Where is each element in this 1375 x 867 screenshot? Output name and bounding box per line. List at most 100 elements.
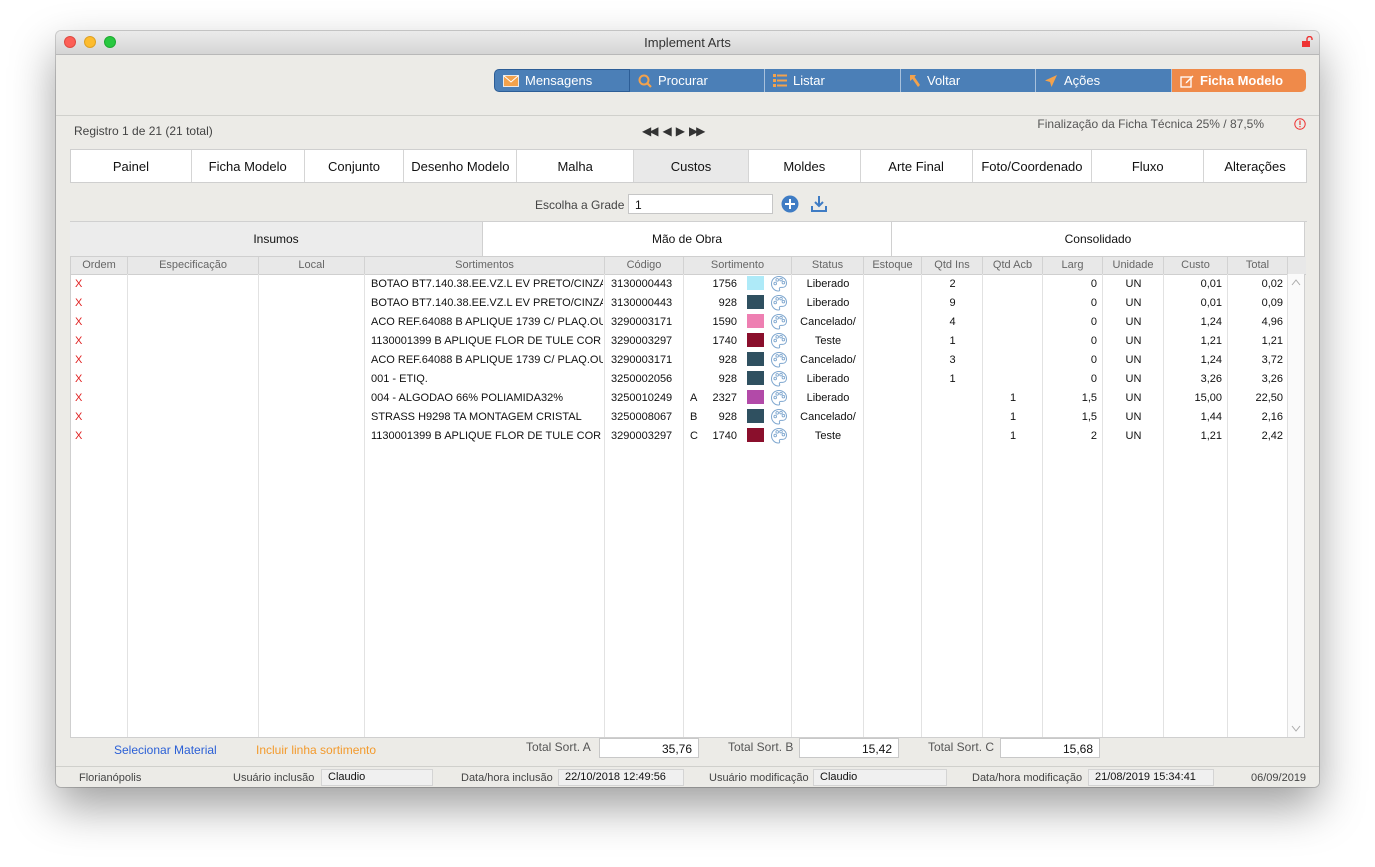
total-sort-c-field[interactable]: 15,68: [1000, 738, 1100, 758]
col-unidade[interactable]: Unidade: [1103, 257, 1164, 274]
tab-painel[interactable]: Painel: [71, 150, 192, 182]
header-separator: [56, 115, 1319, 116]
palette-icon[interactable]: [770, 332, 788, 350]
tab-malha[interactable]: Malha: [517, 150, 635, 182]
delete-row-button[interactable]: X: [75, 332, 95, 351]
col-larg[interactable]: Larg: [1043, 257, 1103, 274]
table-scrollbar[interactable]: [1287, 274, 1304, 737]
download-icon[interactable]: [810, 195, 828, 213]
scroll-down-icon[interactable]: [1291, 725, 1301, 733]
first-record-button[interactable]: ◀◀: [642, 124, 659, 138]
table-row[interactable]: X BOTAO BT7.140.38.EE.VZ.L EV PRETO/CINZA…: [71, 294, 1287, 313]
ficha-modelo-button[interactable]: Ficha Modelo: [1172, 69, 1306, 92]
status-bar: Florianópolis Usuário inclusão Claudio D…: [56, 766, 1319, 787]
tab-foto-coordenado[interactable]: Foto/Coordenado: [973, 150, 1093, 182]
voltar-button[interactable]: Voltar: [901, 69, 1036, 92]
col-ordem[interactable]: Ordem: [71, 257, 128, 274]
total-sort-a-field[interactable]: 35,76: [599, 738, 699, 758]
tab-custos[interactable]: Custos: [634, 150, 749, 182]
acoes-button[interactable]: Ações: [1036, 69, 1172, 92]
table-row[interactable]: X 1130001399 B APLIQUE FLOR DE TULE COR 8…: [71, 427, 1287, 446]
cell-codigo: 3290003297: [611, 335, 673, 347]
subtab-insumos[interactable]: Insumos: [70, 222, 483, 256]
delete-row-button[interactable]: X: [75, 408, 95, 427]
table-row[interactable]: X BOTAO BT7.140.38.EE.VZ.L EV PRETO/CINZA…: [71, 275, 1287, 294]
listar-button[interactable]: Listar: [765, 69, 901, 92]
tab-arte-final[interactable]: Arte Final: [861, 150, 973, 182]
next-record-button[interactable]: ▶: [676, 124, 685, 138]
scroll-up-icon[interactable]: [1291, 278, 1301, 286]
tab-ficha-modelo[interactable]: Ficha Modelo: [192, 150, 305, 182]
col-estoque[interactable]: Estoque: [864, 257, 922, 274]
delete-row-button[interactable]: X: [75, 313, 95, 332]
date-modification-label: Data/hora modificação: [972, 772, 1083, 784]
col-codigo[interactable]: Código: [605, 257, 684, 274]
tab-fluxo[interactable]: Fluxo: [1092, 150, 1205, 182]
palette-icon[interactable]: [770, 275, 788, 293]
tab-conjunto[interactable]: Conjunto: [305, 150, 405, 182]
cell-qtd-ins: [922, 389, 983, 408]
palette-icon[interactable]: [770, 427, 788, 445]
subtab-mao-de-obra[interactable]: Mão de Obra: [483, 222, 892, 256]
table-row[interactable]: X 001 - ETIQ. 3250002056 928 Liberado 1 0 UN 3,2…: [71, 370, 1287, 389]
cell-sortimento: 928: [718, 297, 737, 309]
procurar-label: Procurar: [658, 73, 708, 88]
tab-alteracoes[interactable]: Alterações: [1204, 150, 1306, 182]
info-icon[interactable]: [1294, 118, 1306, 130]
table-row[interactable]: X ACO REF.64088 B APLIQUE 1739 C/ PLAQ.O…: [71, 313, 1287, 332]
current-date: 06/09/2019: [1251, 772, 1307, 784]
table-row[interactable]: X 004 - ALGODAO 66% POLIAMIDA32% 325001024…: [71, 389, 1287, 408]
delete-row-button[interactable]: X: [75, 370, 95, 389]
col-total[interactable]: Total: [1228, 257, 1288, 274]
cell-sortimento: 1740: [712, 430, 737, 442]
delete-row-button[interactable]: X: [75, 427, 95, 446]
previous-record-button[interactable]: ◀: [662, 124, 671, 138]
table-row[interactable]: X 1130001399 B APLIQUE FLOR DE TULE COR 8…: [71, 332, 1287, 351]
lock-icon[interactable]: [1301, 36, 1313, 48]
tab-moldes[interactable]: Moldes: [749, 150, 861, 182]
col-sortimentos[interactable]: Sortimentos: [365, 257, 605, 274]
main-tabs: Painel Ficha Modelo Conjunto Desenho Mod…: [70, 149, 1307, 183]
mensagens-button[interactable]: Mensagens: [494, 69, 630, 92]
tab-desenho-modelo[interactable]: Desenho Modelo: [404, 150, 518, 182]
col-local[interactable]: Local: [259, 257, 365, 274]
cell-qtd-acb: [983, 313, 1043, 332]
delete-row-button[interactable]: X: [75, 294, 95, 313]
procurar-button[interactable]: Procurar: [630, 69, 765, 92]
col-qtd-acb[interactable]: Qtd Acb: [983, 257, 1043, 274]
delete-row-button[interactable]: X: [75, 389, 95, 408]
cell-total: 1,21: [1261, 335, 1283, 347]
col-status[interactable]: Status: [792, 257, 864, 274]
include-line-link[interactable]: Incluir linha sortimento: [256, 743, 376, 757]
grade-input[interactable]: 1: [628, 194, 773, 214]
palette-icon[interactable]: [770, 313, 788, 331]
col-especificacao[interactable]: Especificação: [128, 257, 259, 274]
col-custo[interactable]: Custo: [1164, 257, 1228, 274]
color-swatch: [747, 428, 764, 442]
cell-custo: 0,01: [1200, 278, 1222, 290]
cell-sortimento: 1756: [712, 278, 737, 290]
cell-qtd-ins: 1: [949, 335, 956, 347]
delete-row-button[interactable]: X: [75, 351, 95, 370]
cell-qtd-acb: 1: [1009, 392, 1017, 404]
cell-larg: 0: [1090, 373, 1097, 385]
col-qtd-ins[interactable]: Qtd Ins: [922, 257, 983, 274]
palette-icon[interactable]: [770, 389, 788, 407]
cell-qtd-acb: [983, 370, 1043, 389]
cell-larg: 0: [1090, 335, 1097, 347]
palette-icon[interactable]: [770, 408, 788, 426]
subtab-consolidado[interactable]: Consolidado: [892, 222, 1305, 256]
col-sortimento[interactable]: Sortimento: [684, 257, 792, 274]
select-material-link[interactable]: Selecionar Material: [114, 743, 217, 757]
cell-total: 3,72: [1261, 354, 1283, 366]
color-swatch: [747, 295, 764, 309]
palette-icon[interactable]: [770, 351, 788, 369]
total-sort-b-field[interactable]: 15,42: [799, 738, 899, 758]
table-row[interactable]: X STRASS H9298 TA MONTAGEM CRISTAL 3250008…: [71, 408, 1287, 427]
delete-row-button[interactable]: X: [75, 275, 95, 294]
last-record-button[interactable]: ▶▶: [689, 124, 706, 138]
palette-icon[interactable]: [770, 294, 788, 312]
palette-icon[interactable]: [770, 370, 788, 388]
add-circle-icon[interactable]: [781, 195, 799, 213]
table-row[interactable]: X ACO REF.64088 B APLIQUE 1739 C/ PLAQ.O…: [71, 351, 1287, 370]
